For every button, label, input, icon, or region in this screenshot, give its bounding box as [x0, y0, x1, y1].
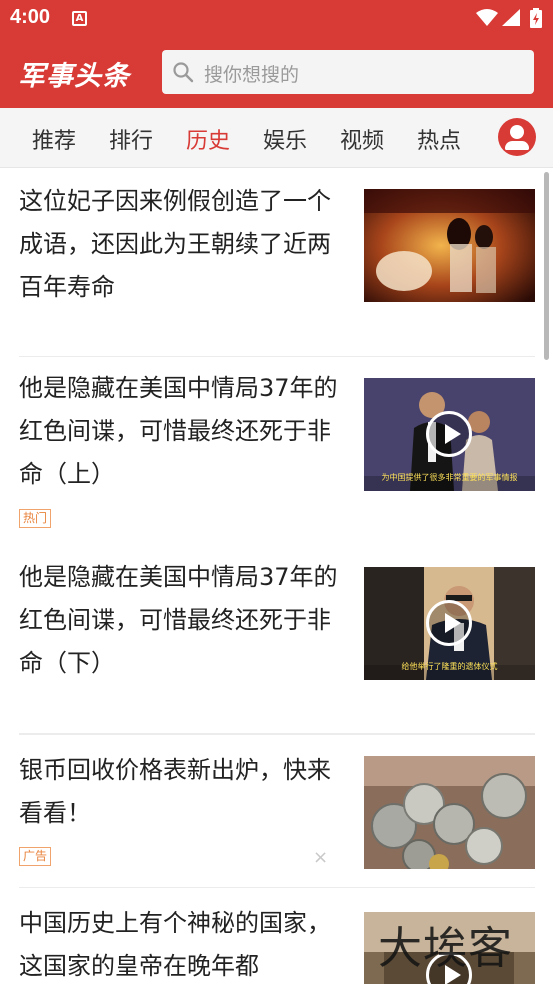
ad-title[interactable]: 银币回收价格表新出炉，快来看看！: [19, 749, 339, 835]
app-header: 4:00 A 军事头条 搜你想搜的: [0, 0, 553, 108]
news-title[interactable]: 中国历史上有个神秘的国家，这国家的皇帝在晚年都: [19, 902, 339, 984]
news-title[interactable]: 这位妃子因来例假创造了一个成语，还因此为王朝续了近两百年寿命: [19, 180, 339, 309]
tab-entertainment[interactable]: 娱乐: [263, 123, 307, 155]
scrollbar[interactable]: [544, 172, 549, 360]
signal-icon: [502, 9, 520, 26]
user-avatar-icon[interactable]: [498, 118, 536, 156]
wifi-icon: [476, 9, 498, 26]
video-caption: 给他举行了隆重的遗体仪式: [401, 662, 498, 671]
play-icon[interactable]: [426, 600, 472, 646]
item-divider: [19, 734, 535, 735]
status-time: 4:00: [10, 6, 51, 28]
avatar-head: [510, 125, 524, 139]
video-caption: 为中国提供了很多非常重要的军事情报: [381, 473, 518, 482]
category-tabs: 推荐 排行 历史 娱乐 视频 热点: [0, 108, 553, 168]
search-icon: [173, 62, 194, 83]
news-thumbnail[interactable]: [364, 189, 535, 302]
status-bar: 4:00 A: [0, 0, 553, 36]
thumbnail-image: [364, 756, 535, 869]
tab-ranking[interactable]: 排行: [109, 123, 153, 155]
hot-badge: 热门: [19, 509, 52, 528]
video-thumbnail[interactable]: 给他举行了隆重的遗体仪式: [364, 567, 535, 680]
news-feed[interactable]: 这位妃子因来例假创造了一个成语，还因此为王朝续了近两百年寿命 他是隐藏在美国中情…: [0, 169, 553, 984]
item-divider: [19, 356, 535, 357]
thumbnail-image: [364, 189, 535, 302]
search-placeholder[interactable]: 搜你想搜的: [204, 60, 299, 87]
tab-video[interactable]: 视频: [340, 123, 384, 155]
tab-hot[interactable]: 热点: [417, 123, 461, 155]
ad-badge: 广告: [19, 847, 52, 866]
battery-icon: [530, 8, 542, 28]
item-divider: [19, 887, 535, 888]
app-logo: 军事头条: [18, 61, 130, 92]
notification-icon: A: [72, 11, 87, 26]
ad-thumbnail[interactable]: [364, 756, 535, 869]
tab-history[interactable]: 历史: [186, 123, 230, 155]
news-title[interactable]: 他是隐藏在美国中情局37年的红色间谍，可惜最终还死于非命（上）: [19, 367, 339, 496]
tab-recommend[interactable]: 推荐: [32, 123, 76, 155]
watermark-text: 大埃客: [378, 923, 513, 974]
play-icon[interactable]: [426, 411, 472, 457]
close-icon[interactable]: ×: [313, 847, 328, 868]
news-title[interactable]: 他是隐藏在美国中情局37年的红色间谍，可惜最终还死于非命（下）: [19, 556, 339, 685]
video-thumbnail[interactable]: 为中国提供了很多非常重要的军事情报: [364, 378, 535, 491]
search-bar[interactable]: 搜你想搜的: [162, 50, 534, 94]
avatar-body: [505, 141, 529, 150]
